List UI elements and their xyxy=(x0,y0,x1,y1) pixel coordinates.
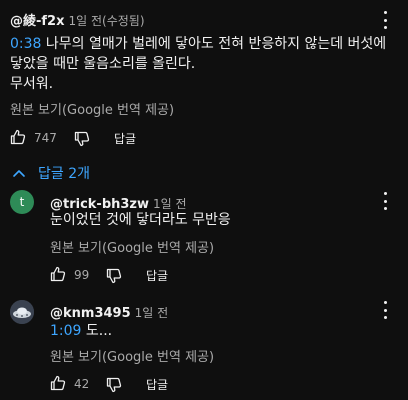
like-count: 747 xyxy=(34,131,57,145)
comment-text-line1: 나무의 열매가 벌레에 닿아도 전혀 반응하지 않는데 버섯에 xyxy=(41,36,387,52)
see-original-link[interactable]: 원본 보기(Google 번역 제공) xyxy=(50,237,214,256)
reply-header: @knm3495 1일 전 xyxy=(50,302,168,321)
reply-text: 눈이었던 것에 닿더라도 무반응 xyxy=(50,212,231,228)
reply-body: 1:09 도... xyxy=(50,321,112,341)
replies-toggle-label: 답글 2개 xyxy=(38,166,90,182)
comment-meta: 1일 전(수정됨) xyxy=(68,14,145,28)
see-original-link[interactable]: 원본 보기(Google 번역 제공) xyxy=(50,346,214,365)
comment-text-line3: 무서워. xyxy=(10,76,54,92)
reply-meta: 1일 전 xyxy=(134,306,169,320)
avatar-letter: t xyxy=(19,195,25,209)
reply-menu-icon[interactable] xyxy=(378,301,392,319)
avatar[interactable]: t xyxy=(10,190,34,214)
reply-text: 도... xyxy=(81,323,113,339)
reply-menu-icon[interactable] xyxy=(378,192,392,210)
replies-toggle-button[interactable]: 답글 2개 xyxy=(12,163,90,183)
comment-text-line2: 닿았을 때만 울음소리를 올린다. xyxy=(10,56,196,72)
comment-thread: @綾-f2x 1일 전(수정됨) 0:38 나무의 열매가 벌레에 닿아도 전혀 … xyxy=(0,0,408,400)
see-original-link[interactable]: 원본 보기(Google 번역 제공) xyxy=(10,99,174,118)
like-icon[interactable] xyxy=(50,266,66,282)
reply-button[interactable]: 답글 xyxy=(146,376,168,393)
like-icon[interactable] xyxy=(10,129,26,145)
reply-button[interactable]: 답글 xyxy=(114,130,136,147)
reply-timestamp-link[interactable]: 1:09 xyxy=(50,323,81,339)
like-count: 42 xyxy=(74,377,90,391)
comment-timestamp-link[interactable]: 0:38 xyxy=(10,36,41,52)
dislike-icon[interactable] xyxy=(106,268,122,284)
comment-menu-icon[interactable] xyxy=(378,11,392,29)
dislike-icon[interactable] xyxy=(106,377,122,393)
comment-header: @綾-f2x 1일 전(수정됨) xyxy=(10,10,145,29)
reply-author[interactable]: @knm3495 xyxy=(50,306,131,321)
reply-meta: 1일 전 xyxy=(153,197,187,211)
comment-body: 0:38 나무의 열매가 벌레에 닿아도 전혀 반응하지 않는데 버섯에 닿았을… xyxy=(10,34,400,94)
comment-author[interactable]: @綾-f2x xyxy=(10,14,64,29)
avatar-image xyxy=(10,300,34,324)
chevron-up-icon xyxy=(12,168,26,178)
dislike-icon[interactable] xyxy=(74,131,90,147)
like-icon[interactable] xyxy=(50,375,66,391)
avatar[interactable] xyxy=(10,300,34,324)
like-count: 99 xyxy=(74,268,90,282)
reply-button[interactable]: 답글 xyxy=(146,267,168,284)
